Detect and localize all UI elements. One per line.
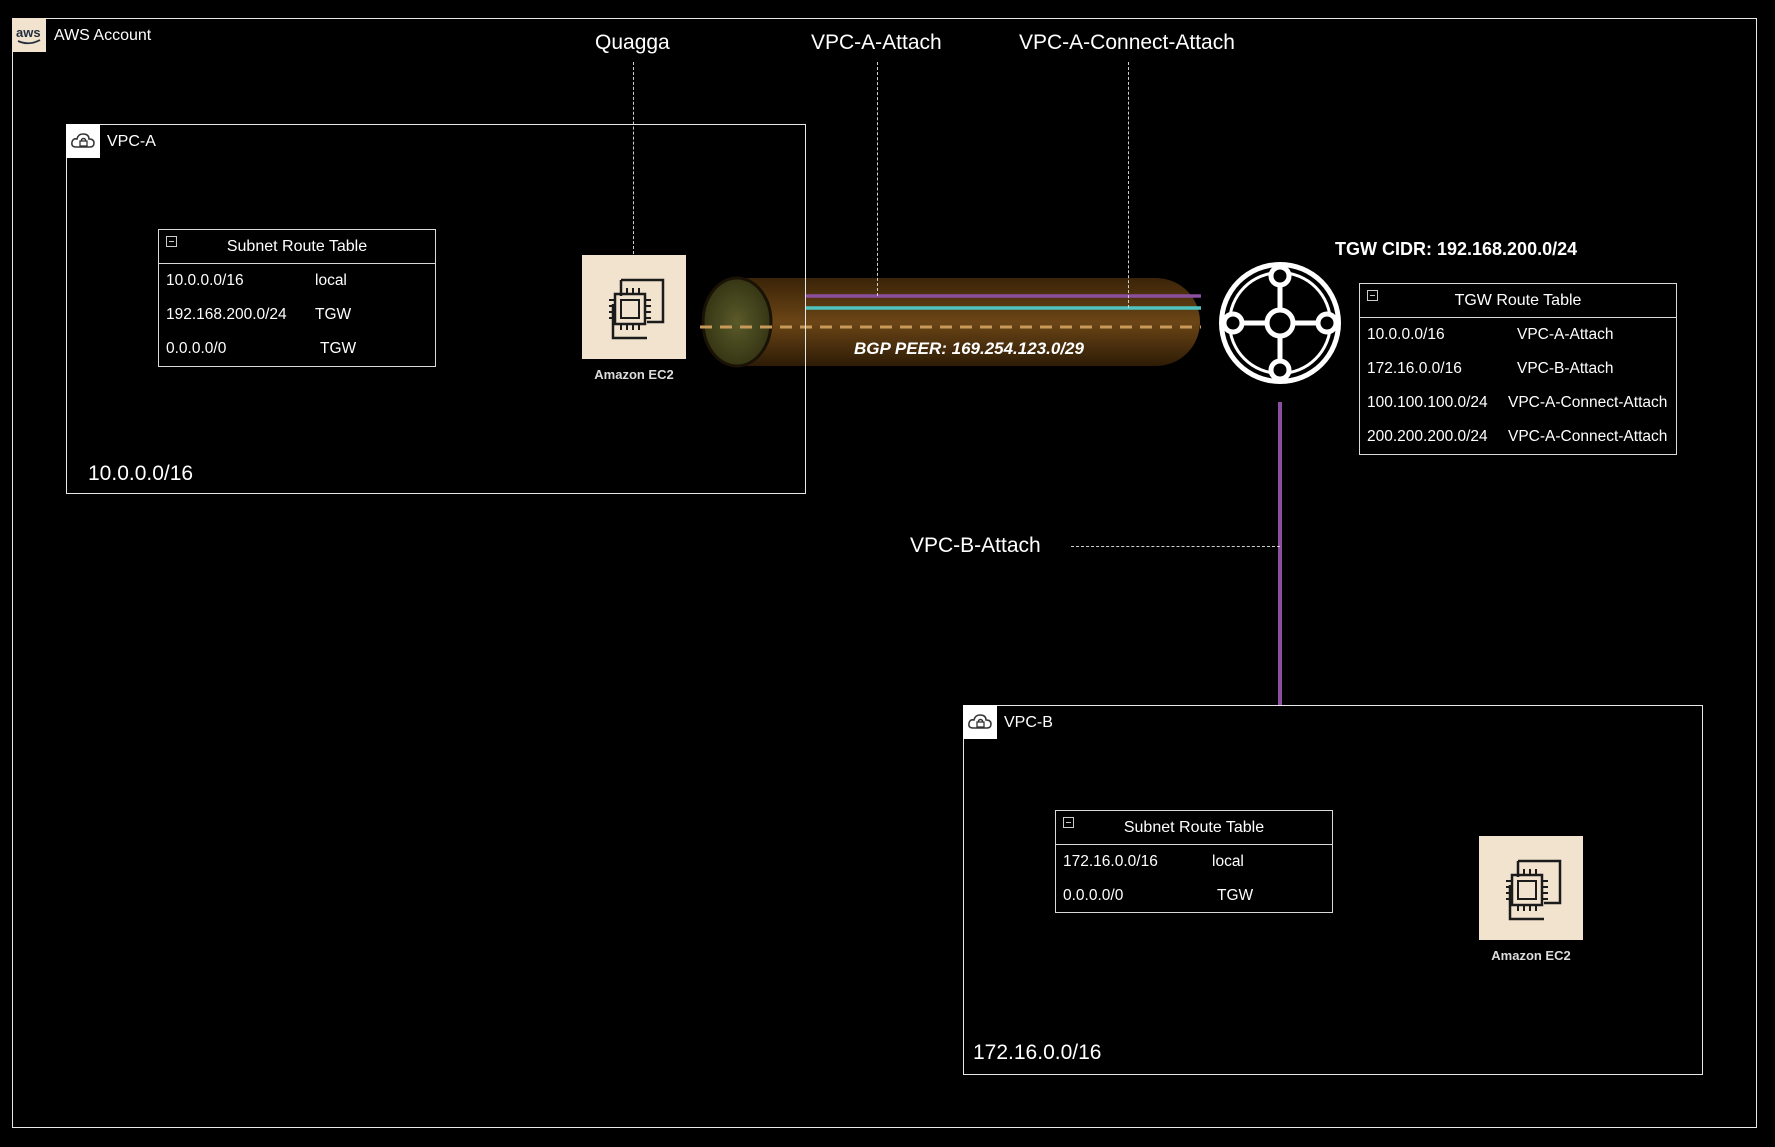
route-row: 10.0.0.0/16 local xyxy=(159,264,435,298)
vpc-a-cidr: 10.0.0.0/16 xyxy=(88,462,194,485)
route-target: TGW xyxy=(320,340,357,357)
bgp-peer-label: BGP PEER: 169.254.123.0/29 xyxy=(854,339,1084,358)
route-table-title: Subnet Route Table xyxy=(1123,818,1265,836)
route-target: TGW xyxy=(1217,887,1254,904)
route-target: VPC-A-Attach xyxy=(1517,326,1614,343)
route-destination: 10.0.0.0/16 xyxy=(166,272,244,289)
route-target: VPC-B-Attach xyxy=(1517,360,1614,377)
route-destination: 0.0.0.0/0 xyxy=(1063,887,1124,904)
route-destination: 192.168.200.0/24 xyxy=(166,306,287,323)
route-row: 172.16.0.0/16 local xyxy=(1056,845,1332,879)
vpc-a-connect-attach-leader xyxy=(1128,62,1129,308)
collapse-icon[interactable] xyxy=(166,236,177,247)
route-row: 0.0.0.0/0 TGW xyxy=(1056,879,1332,913)
route-row: 192.168.200.0/24 TGW xyxy=(159,298,435,332)
vpc-a-connect-attach-label: VPC-A-Connect-Attach xyxy=(1019,31,1235,54)
route-destination: 0.0.0.0/0 xyxy=(166,340,227,357)
route-row: 100.100.100.0/24 VPC-A-Connect-Attach xyxy=(1360,386,1676,420)
vpc-b-attach-label: VPC-B-Attach xyxy=(910,534,1041,557)
route-table-header: Subnet Route Table xyxy=(1056,811,1332,845)
route-destination: 10.0.0.0/16 xyxy=(1367,326,1445,343)
vpc-cloud-lock-icon xyxy=(963,705,997,739)
aws-logo-icon: aws xyxy=(12,18,46,52)
quagga-label: Quagga xyxy=(595,31,670,54)
tgw-route-table: TGW Route Table 10.0.0.0/16 VPC-A-Attach… xyxy=(1359,283,1677,455)
tgw-cidr-label: TGW CIDR: 192.168.200.0/24 xyxy=(1335,239,1578,259)
route-row: 0.0.0.0/0 TGW xyxy=(159,332,435,366)
vpc-a-attach-leader xyxy=(877,62,878,296)
ec2-chip-icon xyxy=(1506,859,1562,921)
vpc-b-ec2-label: Amazon EC2 xyxy=(1491,948,1571,963)
route-row: 10.0.0.0/16 VPC-A-Attach xyxy=(1360,318,1676,352)
route-target: VPC-A-Connect-Attach xyxy=(1508,394,1668,411)
route-table-header: TGW Route Table xyxy=(1360,284,1676,318)
vpc-a-attach-label: VPC-A-Attach xyxy=(811,31,942,54)
route-row: 200.200.200.0/24 VPC-A-Connect-Attach xyxy=(1360,420,1676,454)
route-row: 172.16.0.0/16 VPC-B-Attach xyxy=(1360,352,1676,386)
route-table-title: TGW Route Table xyxy=(1454,291,1582,309)
vpc-a-ec2-instance[interactable] xyxy=(582,255,686,359)
route-destination: 100.100.100.0/24 xyxy=(1367,394,1488,411)
route-destination: 172.16.0.0/16 xyxy=(1367,360,1462,377)
vpc-b-cidr: 172.16.0.0/16 xyxy=(973,1041,1102,1064)
svg-text:aws: aws xyxy=(16,25,41,40)
route-destination: 172.16.0.0/16 xyxy=(1063,853,1158,870)
vpc-cloud-lock-icon xyxy=(66,124,100,158)
collapse-icon[interactable] xyxy=(1063,817,1074,828)
aws-account-label: AWS Account xyxy=(54,27,152,44)
route-target: VPC-A-Connect-Attach xyxy=(1508,428,1668,445)
vpc-b-attach-leader xyxy=(1071,546,1280,547)
collapse-icon[interactable] xyxy=(1367,290,1378,301)
vpc-b-ec2-instance[interactable] xyxy=(1479,836,1583,940)
route-target: local xyxy=(1212,853,1244,870)
route-destination: 200.200.200.0/24 xyxy=(1367,428,1488,445)
vpc-b-name: VPC-B xyxy=(1004,714,1053,731)
vpc-b-subnet-route-table: Subnet Route Table 172.16.0.0/16 local 0… xyxy=(1055,810,1333,913)
transit-gateway-icon[interactable] xyxy=(1215,258,1345,388)
route-table-title: Subnet Route Table xyxy=(226,237,368,255)
route-target: local xyxy=(315,272,347,289)
route-target: TGW xyxy=(315,306,352,323)
ec2-chip-icon xyxy=(609,278,665,340)
vpc-a-name: VPC-A xyxy=(107,133,156,150)
vpc-a-subnet-route-table: Subnet Route Table 10.0.0.0/16 local 192… xyxy=(158,229,436,367)
route-table-header: Subnet Route Table xyxy=(159,230,435,264)
vpc-a-ec2-label: Amazon EC2 xyxy=(594,367,674,382)
